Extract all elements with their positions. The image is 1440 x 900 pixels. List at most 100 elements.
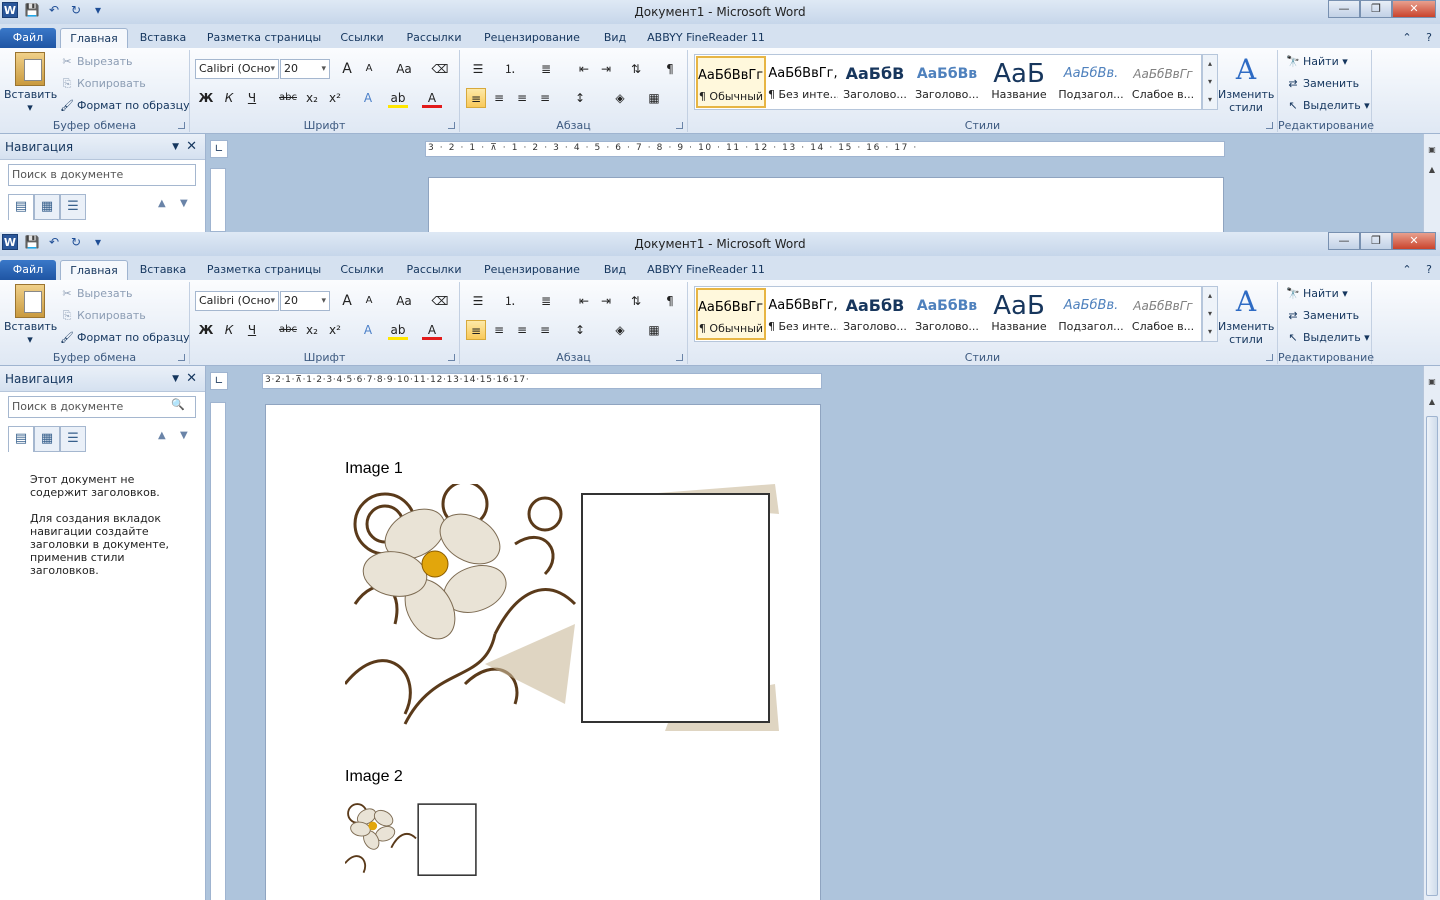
change-case-button[interactable]: Aa: [390, 59, 418, 79]
style-heading-1[interactable]: АаБбВ Заголово...: [840, 56, 910, 108]
subscript-button[interactable]: x₂: [302, 320, 322, 340]
next-icon[interactable]: ▼: [180, 430, 188, 441]
dialog-launcher-icon[interactable]: [178, 354, 185, 361]
image-1[interactable]: [345, 484, 779, 731]
superscript-button[interactable]: x²: [325, 88, 345, 108]
prev-icon[interactable]: ▲: [158, 430, 166, 441]
decrease-indent-icon[interactable]: ⇤: [574, 291, 594, 311]
clear-formatting-icon[interactable]: ⌫: [430, 291, 450, 311]
vertical-scrollbar[interactable]: ▣ ▲: [1423, 366, 1440, 900]
style-title[interactable]: АаБ Название: [984, 56, 1054, 108]
document-page[interactable]: [428, 177, 1224, 237]
font-family-combo[interactable]: Calibri (Осно: [195, 291, 279, 311]
search-icon[interactable]: 🔍: [171, 398, 185, 411]
tab-view[interactable]: Вид: [596, 28, 634, 48]
headings-view-icon[interactable]: ▤: [8, 194, 34, 220]
tab-home[interactable]: Главная: [60, 260, 128, 280]
format-painter-button[interactable]: 🖌 Формат по образцу: [60, 99, 190, 112]
results-view-icon[interactable]: ☰: [60, 194, 86, 220]
style-title[interactable]: АаБ Название: [984, 288, 1054, 340]
numbering-icon[interactable]: ⒈: [500, 59, 520, 79]
tab-references[interactable]: Ссылки: [334, 28, 390, 48]
tab-home[interactable]: Главная: [60, 28, 128, 48]
style-heading-2[interactable]: АаБбВв Заголово...: [912, 288, 982, 340]
gallery-scroll-icon[interactable]: ▴ ▾ ▾: [1202, 286, 1218, 342]
tab-file[interactable]: Файл: [0, 28, 56, 48]
text-effects-icon[interactable]: A: [358, 88, 378, 108]
italic-button[interactable]: К: [219, 88, 239, 108]
cut-button[interactable]: ✂ Вырезать: [60, 287, 132, 300]
vertical-ruler[interactable]: [210, 402, 226, 900]
select-button[interactable]: ↖ Выделить ▾: [1286, 99, 1369, 112]
results-view-icon[interactable]: ☰: [60, 426, 86, 452]
multilevel-list-icon[interactable]: ≣: [536, 59, 556, 79]
italic-button[interactable]: К: [219, 320, 239, 340]
style-subtitle[interactable]: АаБбВв. Подзагол...: [1056, 56, 1126, 108]
font-color-icon[interactable]: A: [422, 88, 442, 108]
font-color-icon[interactable]: A: [422, 320, 442, 340]
justify-icon[interactable]: ≡: [535, 88, 555, 108]
show-marks-button[interactable]: ¶: [660, 291, 680, 311]
dialog-launcher-icon[interactable]: [1266, 354, 1273, 361]
tab-review[interactable]: Рецензирование: [480, 28, 584, 48]
bullets-icon[interactable]: ☰: [468, 59, 488, 79]
dialog-launcher-icon[interactable]: [676, 122, 683, 129]
replace-button[interactable]: ⇄ Заменить: [1286, 309, 1359, 322]
show-marks-button[interactable]: ¶: [660, 59, 680, 79]
shading-icon[interactable]: ◈: [610, 88, 630, 108]
copy-button[interactable]: ⎘ Копировать: [60, 77, 146, 91]
scroll-up-icon[interactable]: ▲: [1424, 394, 1440, 410]
minimize-button[interactable]: —: [1328, 232, 1360, 250]
paste-button[interactable]: Вставить ▾: [4, 52, 57, 114]
vertical-ruler[interactable]: [210, 168, 226, 232]
change-case-button[interactable]: Aa: [390, 291, 418, 311]
copy-button[interactable]: ⎘ Копировать: [60, 309, 146, 323]
ruler-toggle-icon[interactable]: ▣: [1424, 374, 1440, 390]
style-normal[interactable]: АаБбВвГг, ¶ Обычный: [696, 288, 766, 340]
numbering-icon[interactable]: ⒈: [500, 291, 520, 311]
tab-mailings[interactable]: Рассылки: [400, 260, 468, 280]
next-icon[interactable]: ▼: [180, 198, 188, 209]
image-1-caption[interactable]: Image 1: [345, 460, 403, 478]
align-center-icon[interactable]: ≡: [489, 320, 509, 340]
font-family-combo[interactable]: Calibri (Осно: [195, 59, 279, 79]
vertical-scrollbar[interactable]: ▣ ▲: [1423, 134, 1440, 232]
highlight-icon[interactable]: ab: [388, 88, 408, 108]
line-spacing-icon[interactable]: ↕: [570, 320, 590, 340]
minimize-button[interactable]: —: [1328, 0, 1360, 18]
tab-file[interactable]: Файл: [0, 260, 56, 280]
decrease-indent-icon[interactable]: ⇤: [574, 59, 594, 79]
help-icon[interactable]: ?: [1420, 28, 1438, 48]
horizontal-ruler[interactable]: 3 · 2 · 1 · ⊼ · 1 · 2 · 3 · 4 · 5 · 6 · …: [425, 141, 1225, 157]
align-left-icon[interactable]: ≡: [466, 320, 486, 340]
increase-indent-icon[interactable]: ⇥: [596, 59, 616, 79]
bold-button[interactable]: Ж: [196, 320, 216, 340]
tab-insert[interactable]: Вставка: [134, 260, 192, 280]
style-no-spacing[interactable]: АаБбВвГг, ¶ Без инте...: [768, 288, 838, 340]
dialog-launcher-icon[interactable]: [676, 354, 683, 361]
close-button[interactable]: ✕: [1392, 232, 1436, 250]
style-heading-2[interactable]: АаБбВв Заголово...: [912, 56, 982, 108]
style-subtitle[interactable]: АаБбВв. Подзагол...: [1056, 288, 1126, 340]
grow-font-button[interactable]: A: [337, 291, 357, 311]
tab-review[interactable]: Рецензирование: [480, 260, 584, 280]
help-icon[interactable]: ?: [1420, 260, 1438, 280]
strikethrough-button[interactable]: abc: [276, 320, 300, 340]
sort-icon[interactable]: ⇅: [626, 59, 646, 79]
search-input[interactable]: Поиск в документе: [8, 164, 196, 186]
bullets-icon[interactable]: ☰: [468, 291, 488, 311]
ruler-toggle-icon[interactable]: ▣: [1424, 142, 1440, 158]
underline-button[interactable]: Ч: [242, 88, 262, 108]
dialog-launcher-icon[interactable]: [448, 122, 455, 129]
restore-button[interactable]: ❐: [1360, 232, 1392, 250]
tab-view[interactable]: Вид: [596, 260, 634, 280]
horizontal-ruler[interactable]: 3·2·1·⊼·1·2·3·4·5·6·7·8·9·10·11·12·13·14…: [262, 373, 822, 389]
borders-icon[interactable]: ▦: [644, 88, 664, 108]
restore-button[interactable]: ❐: [1360, 0, 1392, 18]
borders-icon[interactable]: ▦: [644, 320, 664, 340]
style-subtle-emphasis[interactable]: АаБбВвГг Слабое в...: [1128, 288, 1198, 340]
prev-icon[interactable]: ▲: [158, 198, 166, 209]
format-painter-button[interactable]: 🖌 Формат по образцу: [60, 331, 190, 344]
align-right-icon[interactable]: ≡: [512, 88, 532, 108]
shading-icon[interactable]: ◈: [610, 320, 630, 340]
